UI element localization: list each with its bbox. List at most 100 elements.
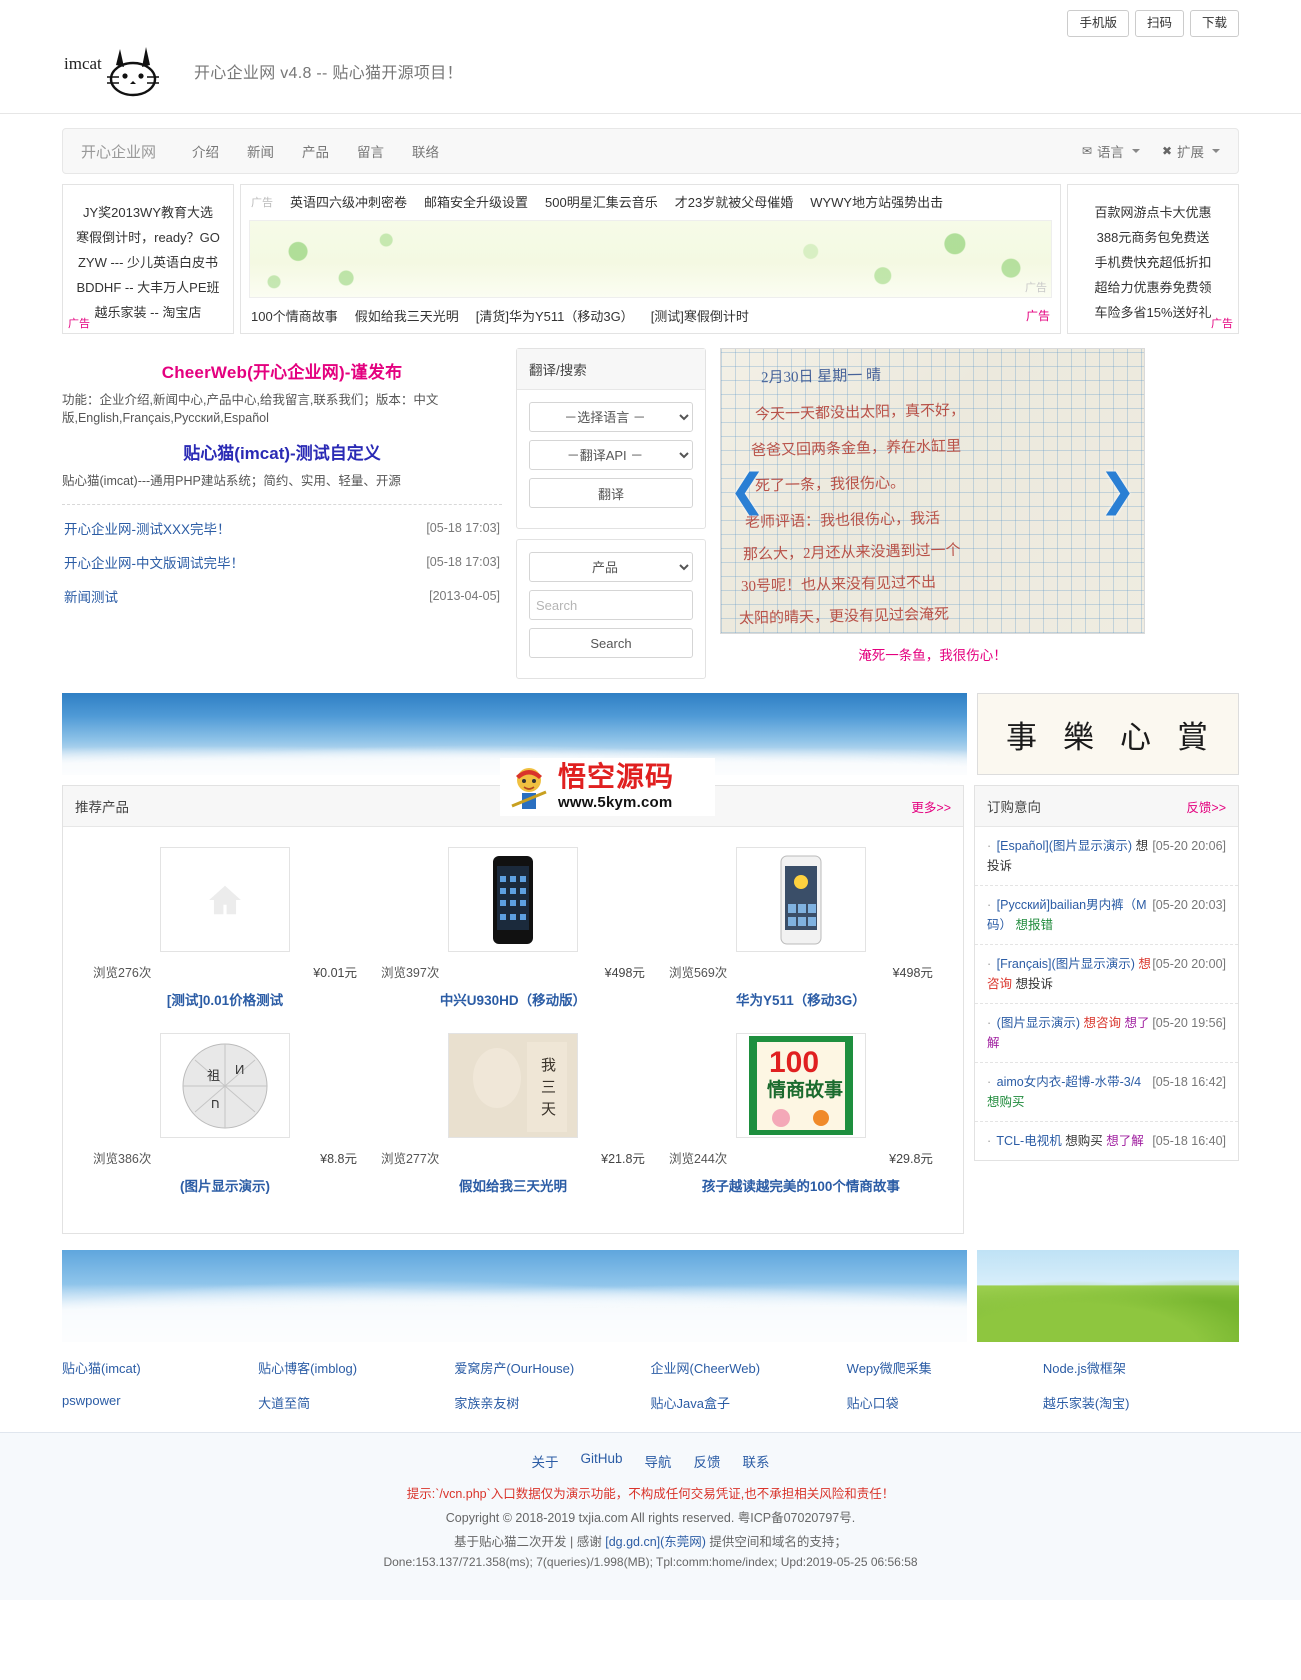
footer-link-contact[interactable]: 联系 bbox=[743, 1451, 770, 1471]
ad-right-link-3[interactable]: 手机费快充超低折扣 bbox=[1094, 250, 1211, 275]
news-link[interactable]: 新闻测试 bbox=[64, 586, 118, 606]
product-card[interactable]: 浏览276次 ¥0.01元 [测试]0.01价格测试 bbox=[81, 841, 369, 1027]
partner-link[interactable]: Wepy微爬采集 bbox=[847, 1358, 1043, 1377]
product-thumb[interactable] bbox=[159, 847, 290, 952]
ad-right-link-2[interactable]: 388元商务包免费送 bbox=[1097, 225, 1210, 250]
bottom-sky-banner[interactable] bbox=[62, 1250, 967, 1342]
order-name[interactable]: (图片显示演示) bbox=[997, 1016, 1080, 1030]
product-card[interactable]: 浏览397次 ¥498元 中兴U930HD（移动版） bbox=[369, 841, 657, 1027]
partner-link[interactable]: 大道至简 bbox=[258, 1393, 454, 1412]
order-list-item[interactable]: [05-18 16:40] · TCL-电视机 想购买 想了解 bbox=[975, 1122, 1238, 1160]
product-thumb[interactable] bbox=[447, 847, 578, 952]
ad-center-bottom-link-2[interactable]: 假如给我三天光明 bbox=[355, 306, 459, 325]
bottom-hill-banner[interactable] bbox=[977, 1250, 1239, 1342]
mobile-version-button[interactable]: 手机版 bbox=[1067, 10, 1129, 37]
ad-right-link-1[interactable]: 百款网游点卡大优惠 bbox=[1094, 200, 1211, 225]
order-name[interactable]: [Русский]bailian男内裤（M码） bbox=[987, 898, 1147, 932]
nav-item-message[interactable]: 留言 bbox=[343, 141, 398, 161]
book-beige-icon: 我 三 天 bbox=[448, 1034, 577, 1137]
footer-link-about[interactable]: 关于 bbox=[531, 1451, 558, 1471]
news-link[interactable]: 开心企业网-测试XXX完毕！ bbox=[64, 518, 231, 538]
partner-link[interactable]: 家族亲友树 bbox=[454, 1393, 650, 1412]
ad-right-link-4[interactable]: 超给力优惠券免费领 bbox=[1094, 275, 1211, 300]
search-button[interactable]: Search bbox=[529, 628, 693, 658]
nav-item-products[interactable]: 产品 bbox=[288, 141, 343, 161]
order-time: [05-18 16:40] bbox=[1152, 1134, 1226, 1148]
translate-api-select[interactable]: －翻译API － bbox=[529, 440, 693, 470]
order-name[interactable]: [Español](图片显示演示) bbox=[997, 839, 1132, 853]
nav-item-extensions[interactable]: ✖ 扩展 bbox=[1162, 141, 1220, 161]
calligraphy-banner[interactable]: 事 樂 心 賞 bbox=[977, 693, 1239, 775]
footer-copyright: Copyright © 2018-2019 txjia.com All righ… bbox=[445, 1511, 856, 1525]
product-name: (图片显示演示) bbox=[179, 1179, 270, 1194]
ad-center-top-link-4[interactable]: 才23岁就被父母催婚 bbox=[675, 192, 793, 211]
orders-more-link[interactable]: 反馈>> bbox=[1186, 797, 1226, 816]
ad-banner-image[interactable]: 广告 bbox=[249, 220, 1052, 298]
imcat-logo[interactable]: imcat bbox=[62, 43, 180, 99]
ad-center-bottom-link-1[interactable]: 100个情商故事 bbox=[251, 306, 338, 325]
nav-item-news[interactable]: 新闻 bbox=[233, 141, 288, 161]
order-list-item[interactable]: [05-20 19:56] · (图片显示演示) 想咨询 想了解 bbox=[975, 1004, 1238, 1063]
footer-link-navigation[interactable]: 导航 bbox=[645, 1451, 672, 1471]
slideshow[interactable]: 2月30日 星期一 晴 今天一天都没出太阳，真不好， 爸爸又回两条金鱼，养在水缸… bbox=[720, 348, 1145, 634]
language-select[interactable]: －选择语言 － bbox=[529, 402, 693, 432]
nav-item-contact[interactable]: 联络 bbox=[398, 141, 453, 161]
translate-button[interactable]: 翻译 bbox=[529, 478, 693, 508]
ad-right-link-5[interactable]: 车险多省15%送好礼 bbox=[1094, 300, 1211, 325]
order-list-item[interactable]: [05-20 20:00] · [Français](图片显示演示) 想咨询 想… bbox=[975, 945, 1238, 1004]
order-name[interactable]: aimo女内衣-超博-水带-3/4 bbox=[997, 1075, 1141, 1089]
partner-link[interactable]: 贴心博客(imblog) bbox=[258, 1358, 454, 1377]
nav-item-language[interactable]: ✉ 语言 bbox=[1082, 141, 1140, 161]
order-tag: 想投诉 bbox=[1015, 977, 1054, 991]
search-input[interactable] bbox=[529, 590, 693, 620]
slideshow-column: 2月30日 星期一 晴 今天一天都没出太阳，真不好， 爸爸又回两条金鱼，养在水缸… bbox=[720, 348, 1145, 664]
ad-left-link-3[interactable]: ZYW --- 少儿英语白皮书 bbox=[78, 250, 218, 275]
nav-item-intro[interactable]: 介绍 bbox=[178, 141, 233, 161]
product-card[interactable]: 100 情商故事 浏览244次 ¥29.8元 孩子越读越完美的100个情商故事 bbox=[657, 1027, 945, 1213]
partner-link[interactable]: 贴心口袋 bbox=[847, 1393, 1043, 1412]
order-name[interactable]: TCL-电视机 bbox=[996, 1134, 1061, 1148]
slideshow-prev-arrow[interactable]: ❮ bbox=[729, 469, 766, 513]
order-tag: 想了解 bbox=[1106, 1134, 1144, 1148]
ad-left-link-4[interactable]: BDDHF -- 大丰万人PE班 bbox=[76, 275, 219, 300]
order-list-item[interactable]: [05-20 20:03] · [Русский]bailian男内裤（M码） … bbox=[975, 886, 1238, 945]
news-link[interactable]: 开心企业网-中文版调试完毕！ bbox=[64, 552, 244, 572]
partner-link[interactable]: Node.js微框架 bbox=[1043, 1358, 1239, 1377]
ad-left-link-5[interactable]: 越乐家装 -- 淘宝店 bbox=[95, 300, 202, 325]
order-list-item[interactable]: [05-20 20:06] · [Español](图片显示演示) 想投诉 bbox=[975, 827, 1238, 886]
partner-link[interactable]: 贴心猫(imcat) bbox=[62, 1358, 258, 1377]
ad-center-top-link-2[interactable]: 邮箱安全升级设置 bbox=[424, 192, 528, 211]
ad-center-top-link-3[interactable]: 500明星汇集云音乐 bbox=[545, 192, 658, 211]
footer-link-feedback[interactable]: 反馈 bbox=[694, 1451, 721, 1471]
nav-brand[interactable]: 开心企业网 bbox=[81, 141, 156, 162]
footer-stats: Done:153.137/721.358(ms); 7(queries)/1.9… bbox=[383, 1555, 918, 1569]
ad-center-top-link-5[interactable]: WYWY地方站强势出击 bbox=[810, 192, 943, 211]
product-card[interactable]: 我 三 天 浏览277次 ¥21.8元 假如给我三天光明 bbox=[369, 1027, 657, 1213]
ad-center-bottom-link-3[interactable]: [清货]华为Y511（移动3G） bbox=[476, 306, 634, 325]
ad-center-bottom-link-4[interactable]: [测试]寒假倒计时 bbox=[651, 306, 749, 325]
footer-nav: 关于 GitHub 导航 反馈 联系 bbox=[0, 1451, 1301, 1471]
order-list-item[interactable]: [05-18 16:42] · aimo女内衣-超博-水带-3/4 想购买 bbox=[975, 1063, 1238, 1122]
footer-credit-link[interactable]: [dg.gd.cn](东莞网) bbox=[605, 1535, 706, 1549]
product-card[interactable]: 祖 И ח 浏览386次 ¥8.8元 (图片显示演示) bbox=[81, 1027, 369, 1213]
products-more-link[interactable]: 更多>> bbox=[911, 797, 951, 816]
product-card[interactable]: 浏览569次 ¥498元 华为Y511（移动3G） bbox=[657, 841, 945, 1027]
ad-left-link-1[interactable]: JY奖2013WY教育大选 bbox=[83, 200, 213, 225]
partner-link[interactable]: 企业网(CheerWeb) bbox=[651, 1358, 847, 1377]
product-thumb[interactable] bbox=[735, 847, 866, 952]
partner-link[interactable]: 爱窝房产(OurHouse) bbox=[454, 1358, 650, 1377]
ad-center-top-link-1[interactable]: 英语四六级冲刺密卷 bbox=[290, 192, 407, 211]
download-button[interactable]: 下载 bbox=[1189, 10, 1239, 37]
order-name[interactable]: [Français](图片显示演示) bbox=[997, 957, 1135, 971]
partner-link[interactable]: pswpower bbox=[62, 1393, 258, 1412]
partner-link[interactable]: 贴心Java盒子 bbox=[651, 1393, 847, 1412]
qrcode-button[interactable]: 扫码 bbox=[1134, 10, 1184, 37]
search-category-select[interactable]: 产品 bbox=[529, 552, 693, 582]
slideshow-next-arrow[interactable]: ❯ bbox=[1099, 469, 1136, 513]
ad-left-link-2[interactable]: 寒假倒计时，ready？GO bbox=[76, 225, 220, 250]
footer-link-github[interactable]: GitHub bbox=[580, 1451, 622, 1471]
product-thumb[interactable]: 我 三 天 bbox=[447, 1033, 578, 1138]
product-thumb[interactable]: 祖 И ח bbox=[159, 1033, 290, 1138]
partner-link[interactable]: 越乐家装(淘宝) bbox=[1043, 1393, 1239, 1412]
product-thumb[interactable]: 100 情商故事 bbox=[735, 1033, 866, 1138]
